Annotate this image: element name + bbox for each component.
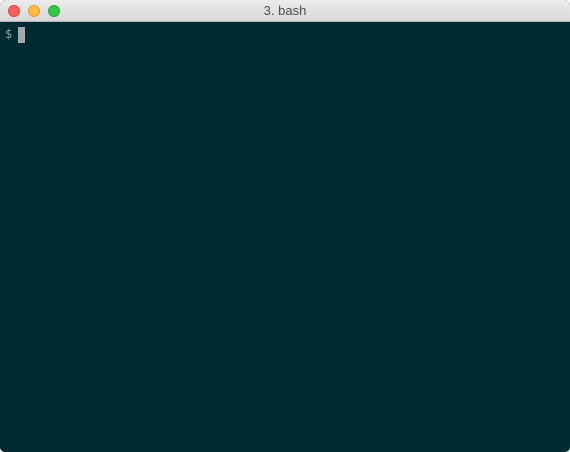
window-title: 3. bash — [263, 3, 307, 18]
title-bar[interactable]: 3. bash — [0, 0, 570, 22]
terminal-window: 3. bash $ — [0, 0, 570, 452]
text-cursor — [18, 27, 26, 43]
command-line[interactable]: $ — [5, 26, 26, 43]
shell-prompt: $ — [5, 27, 13, 41]
terminal-content[interactable]: $ — [0, 22, 570, 452]
